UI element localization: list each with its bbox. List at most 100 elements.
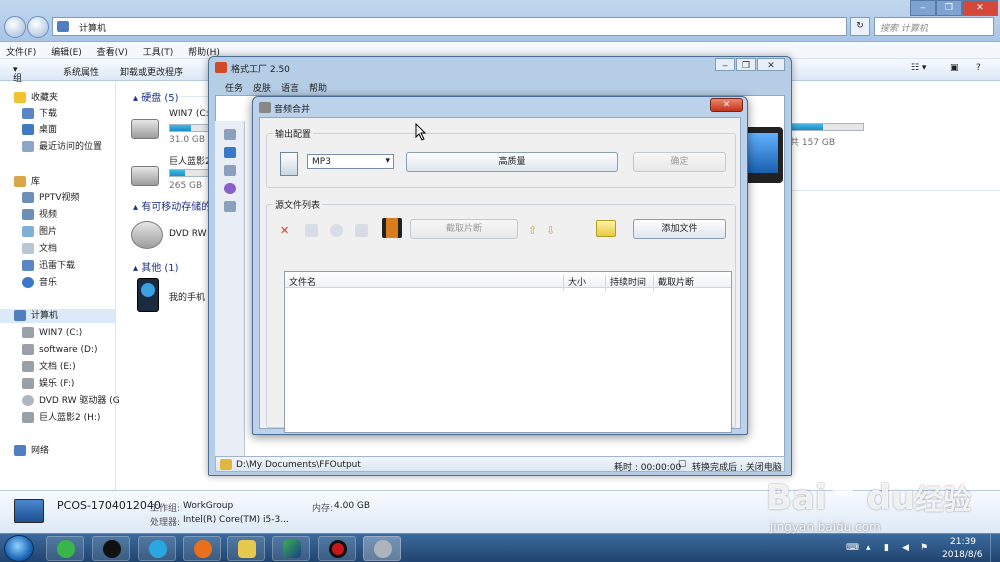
my-phone-label[interactable]: 我的手机: [169, 290, 205, 303]
search-file-icon[interactable]: [305, 224, 318, 237]
film-clip-icon[interactable]: [382, 218, 402, 238]
group-hard-disks[interactable]: ▴ 硬盘 (5): [133, 89, 179, 104]
column-duration[interactable]: 持续时间: [605, 275, 646, 291]
search-input[interactable]: 搜索 计算机: [874, 17, 994, 36]
taskbar-formatfactory[interactable]: [363, 536, 401, 561]
taskbar-firefox[interactable]: [183, 536, 221, 561]
group-other[interactable]: ▴ 其他 (1): [133, 259, 179, 274]
quality-button[interactable]: 高质量: [406, 152, 618, 172]
help-icon[interactable]: ?: [976, 63, 981, 73]
taskbar-360-browser[interactable]: [46, 536, 84, 561]
play-icon[interactable]: [355, 224, 368, 237]
nav-label: DVD RW 驱动器 (G: [39, 396, 120, 406]
drive-h-usage-bar: [169, 169, 209, 177]
maximize-button[interactable]: ❐: [936, 0, 962, 16]
nav-videos[interactable]: 视频: [22, 208, 57, 222]
nav-pictures[interactable]: 图片: [22, 225, 57, 239]
computer-icon: [14, 310, 26, 321]
nav-network[interactable]: 网络: [14, 444, 49, 458]
clear-icon[interactable]: [330, 224, 343, 237]
download-folder-icon: [22, 108, 34, 119]
nav-documents[interactable]: 文档: [22, 242, 57, 256]
video-icon: [22, 209, 34, 220]
start-button[interactable]: [4, 535, 34, 562]
nav-drive-f[interactable]: 娱乐 (F:): [22, 377, 74, 391]
rom-category-icon[interactable]: [224, 183, 236, 194]
ff-status-bar: D:\My Documents\FFOutput 耗时 : 00:00:00 ☐…: [215, 456, 785, 473]
dialog-close-button[interactable]: ✕: [710, 98, 743, 112]
taskbar-explorer[interactable]: [227, 536, 265, 561]
taskbar-player[interactable]: [138, 536, 176, 561]
system-properties-button[interactable]: 系统属性: [63, 65, 99, 78]
nav-desktop[interactable]: 桌面: [22, 123, 57, 137]
taskbar-qq[interactable]: [92, 536, 130, 561]
delete-icon[interactable]: ✕: [280, 224, 293, 237]
file-list-header: 文件名 大小 持续时间 截取片断: [285, 272, 731, 291]
group-removable[interactable]: ▴ 有可移动存储的: [133, 198, 211, 213]
taskbar-app[interactable]: [272, 536, 310, 561]
giant-drive-icon[interactable]: [131, 166, 159, 186]
address-bar[interactable]: 计算机: [52, 17, 847, 36]
ff-menubar: 任务 皮肤 语言 帮助: [215, 79, 785, 95]
nav-label: 巨人蓝影2 (H:): [39, 413, 101, 423]
output-path[interactable]: D:\My Documents\FFOutput: [236, 460, 361, 470]
shutdown-checkbox[interactable]: ☐: [678, 460, 686, 470]
ff-menu-language[interactable]: 语言: [281, 81, 299, 94]
video-category-icon[interactable]: [224, 129, 236, 140]
move-up-icon[interactable]: ⇧: [528, 224, 541, 237]
nav-drive-d[interactable]: software (D:): [22, 343, 98, 357]
view-options-icon[interactable]: ☷ ▾: [911, 63, 926, 73]
nav-drive-h[interactable]: 巨人蓝影2 (H:): [22, 411, 100, 425]
nav-drive-g[interactable]: DVD RW 驱动器 (G: [22, 394, 120, 408]
nav-downloads[interactable]: 下载: [22, 107, 57, 121]
column-filename[interactable]: 文件名: [285, 275, 316, 291]
nav-computer[interactable]: 计算机: [0, 309, 115, 323]
column-clip[interactable]: 截取片断: [653, 275, 694, 291]
open-folder-icon[interactable]: [596, 220, 616, 237]
drive-c-name[interactable]: WIN7 (C:: [169, 109, 209, 119]
refresh-icon[interactable]: ↻: [850, 17, 870, 36]
source-file-list[interactable]: 文件名 大小 持续时间 截取片断: [284, 271, 732, 433]
add-file-button[interactable]: 添加文件: [633, 219, 726, 239]
move-down-icon[interactable]: ⇩: [546, 224, 559, 237]
organize-button[interactable]: 组织 ▾: [13, 65, 22, 97]
picture-category-icon[interactable]: [224, 165, 236, 176]
taskbar-recorder[interactable]: [318, 536, 356, 561]
nav-recent[interactable]: 最近访问的位置: [22, 140, 102, 154]
nav-favorites[interactable]: 收藏夹: [14, 91, 58, 105]
ff-menu-task[interactable]: 任务: [225, 81, 243, 94]
back-button[interactable]: [4, 16, 26, 38]
ff-menu-help[interactable]: 帮助: [309, 81, 327, 94]
baidu-brand-text: Bai du经验: [766, 478, 971, 518]
ff-maximize-button[interactable]: ❐: [736, 58, 756, 71]
close-button[interactable]: ✕: [962, 0, 998, 16]
tools-category-icon[interactable]: [224, 201, 236, 212]
nav-thunder[interactable]: 迅雷下载: [22, 259, 75, 273]
dvd-drive-name[interactable]: DVD RW: [169, 229, 207, 239]
drive-h-name[interactable]: 巨人蓝影2: [169, 154, 211, 167]
dvd-drive-icon[interactable]: [131, 221, 163, 249]
preview-pane-icon[interactable]: ▣: [950, 63, 959, 73]
uninstall-button[interactable]: 卸载或更改程序: [120, 65, 183, 78]
phone-icon[interactable]: [137, 278, 159, 312]
column-size[interactable]: 大小: [563, 275, 586, 291]
ff-menu-skin[interactable]: 皮肤: [253, 81, 271, 94]
folder-icon: [238, 540, 256, 558]
drive-icon: [22, 361, 34, 372]
format-select[interactable]: MP3 ▾: [307, 154, 394, 169]
clip-button[interactable]: 截取片断: [410, 219, 518, 239]
minimize-button[interactable]: ‒: [910, 0, 936, 16]
forward-button[interactable]: [27, 16, 49, 38]
win7-drive-icon[interactable]: [131, 119, 159, 139]
ff-close-button[interactable]: ✕: [757, 58, 785, 71]
nav-libraries[interactable]: 库: [14, 175, 40, 189]
folder-icon[interactable]: [220, 459, 232, 470]
ok-button[interactable]: 确定: [633, 152, 726, 172]
nav-drive-e[interactable]: 文档 (E:): [22, 360, 76, 374]
drive-icon: [22, 344, 34, 355]
nav-pptv[interactable]: PPTV视频: [22, 191, 80, 205]
audio-category-icon[interactable]: [224, 147, 236, 158]
ff-minimize-button[interactable]: ‒: [715, 58, 735, 71]
nav-drive-c[interactable]: WIN7 (C:): [22, 326, 82, 340]
nav-music[interactable]: 音乐: [22, 276, 57, 290]
